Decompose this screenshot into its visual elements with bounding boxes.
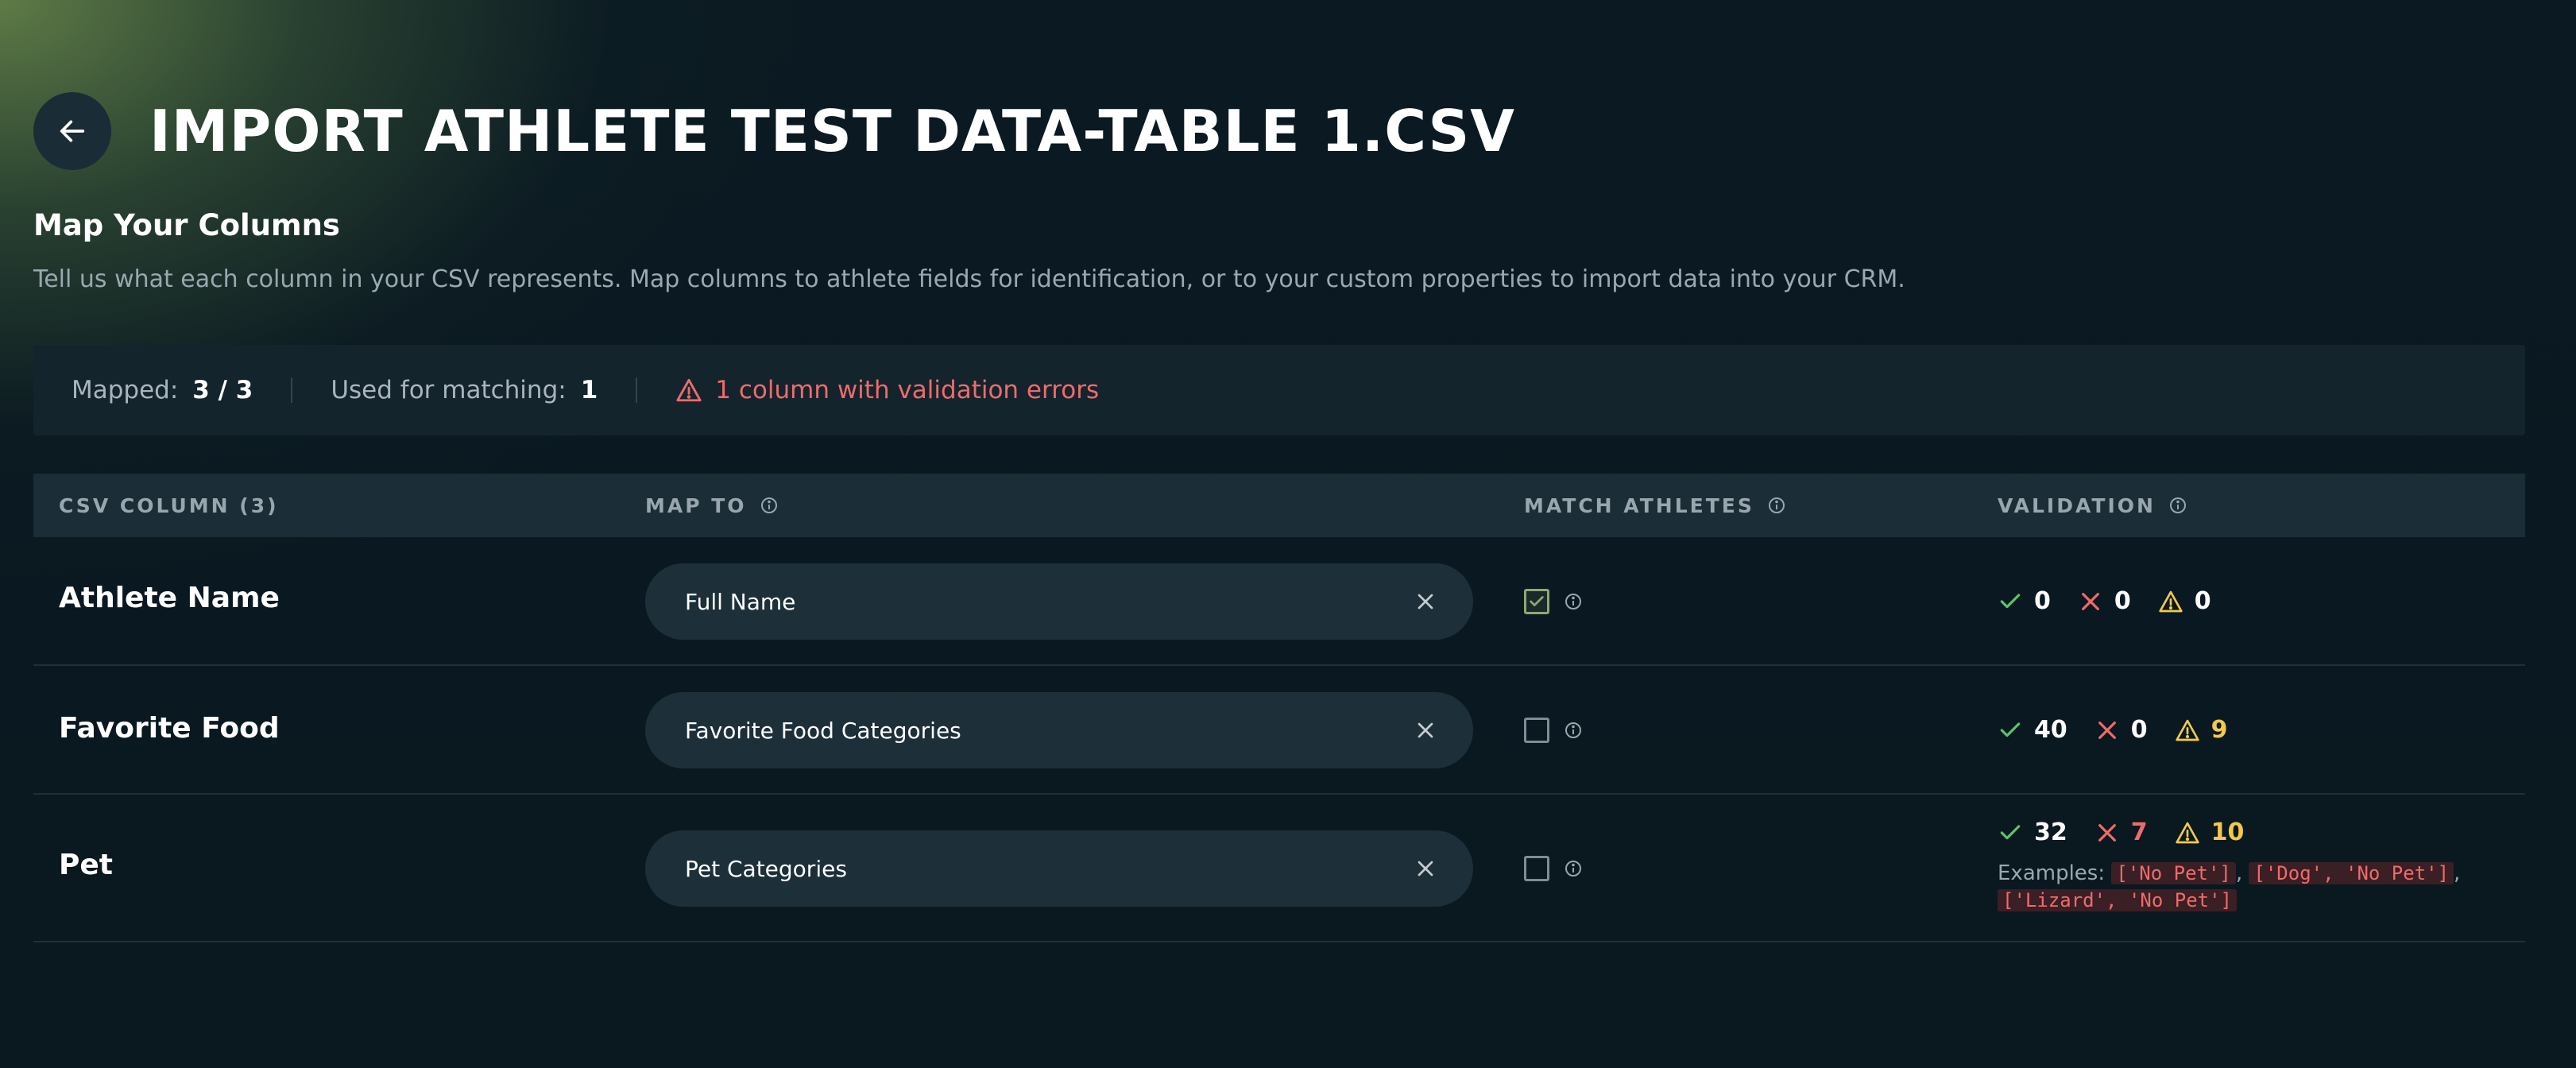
header-map-to-label: MAP TO — [645, 493, 747, 517]
back-button[interactable] — [33, 92, 111, 170]
validation-cell: 32 7 10 — [1998, 818, 2271, 846]
page-title: IMPORT ATHLETE TEST DATA-TABLE 1.CSV — [149, 98, 1515, 164]
map-to-value: Pet Categories — [685, 855, 847, 882]
x-icon — [2098, 823, 2116, 842]
header-match-athletes-label: MATCH ATHLETES — [1524, 493, 1754, 517]
matching-value: 1 — [580, 376, 598, 404]
warning-triangle-icon — [2175, 719, 2199, 741]
info-circle-icon[interactable] — [1564, 721, 1583, 740]
header-csv-column: CSV COLUMN (3) — [59, 494, 279, 517]
header-validation: VALIDATION — [1998, 494, 2187, 517]
info-circle-icon[interactable] — [2168, 496, 2187, 515]
warning-count: 9 — [2210, 716, 2228, 744]
validation-examples: Examples: ['No Pet'], ['Dog', 'No Pet'],… — [1998, 860, 2538, 914]
match-athletes-cell — [1524, 856, 1583, 881]
map-to-value: Favorite Food Categories — [685, 717, 961, 744]
check-icon — [2000, 824, 2021, 839]
close-icon[interactable] — [1413, 718, 1438, 743]
column-mapping-table: CSV COLUMN (3) MAP TO MATCH ATHLETES VAL… — [33, 474, 2525, 942]
invalid-count: 0 — [2114, 587, 2131, 615]
check-icon — [2000, 593, 2021, 608]
info-circle-icon[interactable] — [1767, 496, 1786, 515]
warning-count: 0 — [2194, 587, 2211, 615]
valid-count: 0 — [2034, 587, 2051, 615]
header-map-to: MAP TO — [645, 494, 779, 517]
valid-count: 40 — [2034, 716, 2067, 744]
examples-separator: , — [2454, 861, 2461, 885]
map-to-field[interactable]: Favorite Food Categories — [645, 692, 1473, 768]
summary-divider — [291, 377, 293, 403]
x-icon — [2081, 592, 2099, 610]
csv-column-name: Favorite Food — [59, 712, 280, 745]
check-icon — [1530, 596, 1544, 606]
validation-cell: 40 0 9 — [1998, 716, 2255, 744]
close-icon[interactable] — [1413, 589, 1438, 614]
examples-label: Examples: — [1998, 861, 2106, 885]
info-circle-icon[interactable] — [1564, 859, 1583, 878]
check-icon — [2000, 722, 2021, 737]
map-to-value: Full Name — [685, 588, 796, 615]
validation-cell: 0 0 0 — [1998, 587, 2238, 615]
section-title: Map Your Columns — [33, 208, 340, 242]
examples-separator: , — [2235, 861, 2243, 885]
match-athletes-checkbox[interactable] — [1524, 718, 1549, 743]
match-athletes-checkbox[interactable] — [1524, 589, 1549, 614]
warning-triangle-icon — [676, 378, 702, 402]
summary-divider — [636, 377, 638, 403]
validation-error-text: 1 column with validation errors — [715, 376, 1100, 404]
example-chip: ['Lizard', 'No Pet'] — [1998, 889, 2237, 911]
example-chip: ['No Pet'] — [2111, 862, 2236, 884]
header-csv-column-label: CSV COLUMN (3) — [59, 493, 279, 517]
table-row: Athlete Name Full Name 0 0 0 — [33, 537, 2525, 666]
map-to-field[interactable]: Pet Categories — [645, 830, 1473, 907]
close-icon[interactable] — [1413, 856, 1438, 881]
header-validation-label: VALIDATION — [1998, 493, 2156, 517]
matching-label: Used for matching: — [331, 376, 567, 404]
x-icon — [2098, 721, 2116, 739]
example-chip: ['Dog', 'No Pet'] — [2249, 862, 2454, 884]
map-to-field[interactable]: Full Name — [645, 563, 1473, 640]
mapped-label: Mapped: — [72, 376, 179, 404]
match-athletes-cell — [1524, 589, 1583, 614]
match-athletes-checkbox[interactable] — [1524, 856, 1549, 881]
valid-count: 32 — [2034, 818, 2067, 846]
mapping-summary-bar: Mapped: 3 / 3 Used for matching: 1 1 col… — [33, 345, 2525, 435]
table-row: Favorite Food Favorite Food Categories 4… — [33, 666, 2525, 795]
page-header: IMPORT ATHLETE TEST DATA-TABLE 1.CSV — [33, 92, 1515, 170]
validation-error-summary: 1 column with validation errors — [675, 376, 1099, 404]
section-description: Tell us what each column in your CSV rep… — [33, 265, 1905, 293]
arrow-left-icon — [60, 120, 85, 142]
info-circle-icon[interactable] — [1564, 592, 1583, 611]
warning-triangle-icon — [2159, 590, 2183, 612]
csv-column-name: Pet — [59, 849, 114, 881]
invalid-count: 7 — [2130, 818, 2148, 846]
warning-count: 10 — [2210, 818, 2245, 846]
table-row: Pet Pet Categories 32 7 10 Examples: ['N… — [33, 795, 2525, 942]
header-match-athletes: MATCH ATHLETES — [1524, 494, 1786, 517]
warning-triangle-icon — [2175, 822, 2199, 843]
csv-column-name: Athlete Name — [59, 582, 280, 614]
match-athletes-cell — [1524, 718, 1583, 743]
info-circle-icon[interactable] — [760, 496, 779, 515]
invalid-count: 0 — [2130, 716, 2148, 744]
table-header: CSV COLUMN (3) MAP TO MATCH ATHLETES VAL… — [33, 474, 2525, 537]
mapped-value: 3 / 3 — [192, 376, 253, 404]
